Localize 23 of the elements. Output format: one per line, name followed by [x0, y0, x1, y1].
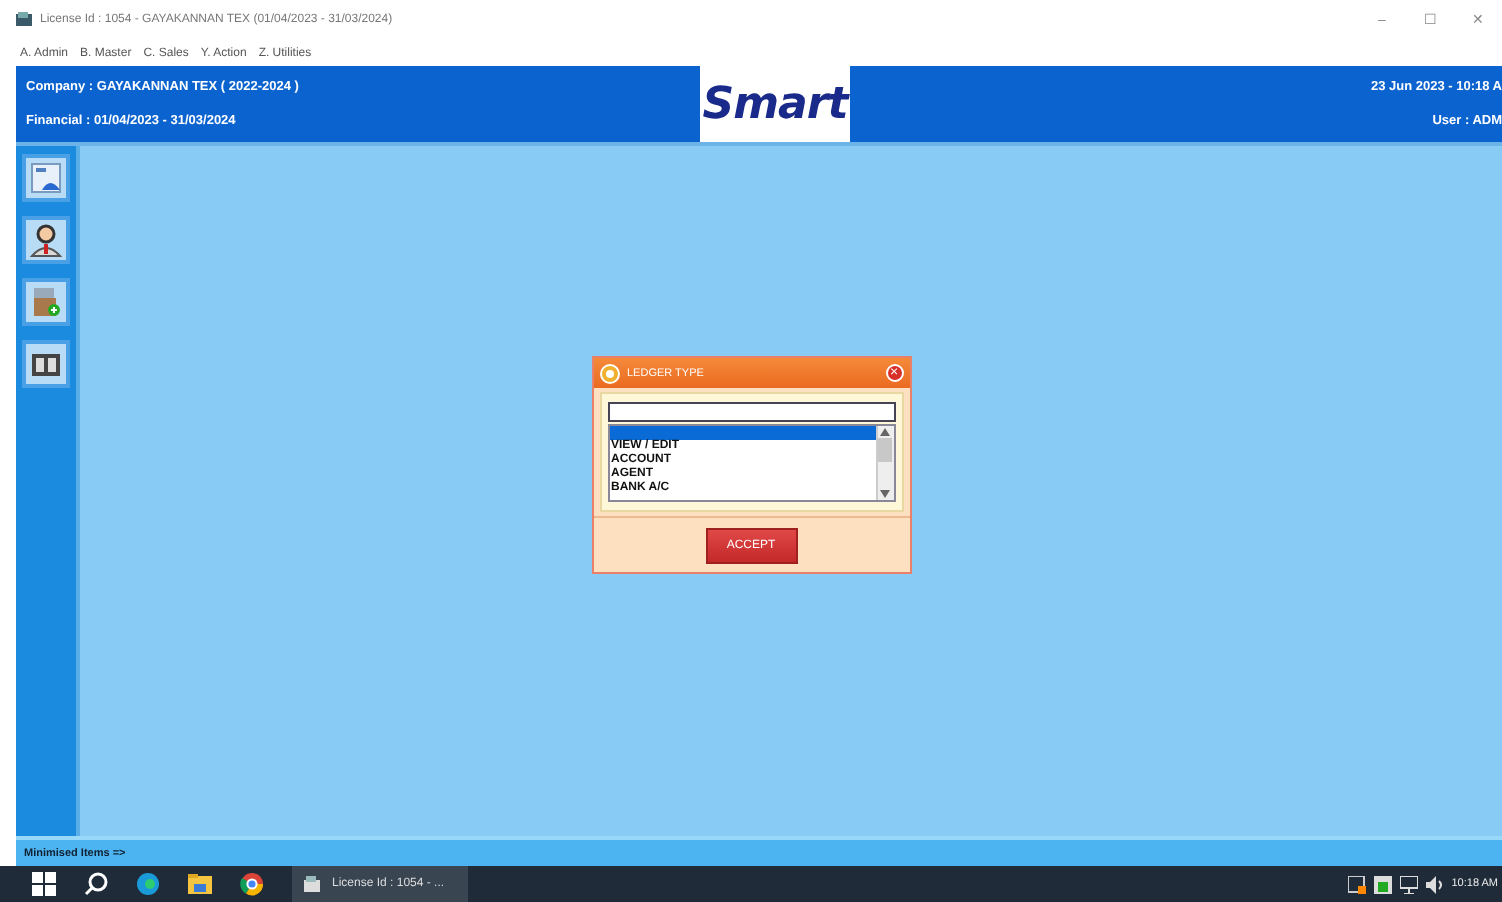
search-icon[interactable]: [84, 872, 108, 896]
package-icon: [28, 284, 64, 320]
app-icon: [304, 875, 322, 893]
tray-app-icon[interactable]: [1347, 875, 1366, 893]
sidebar-button[interactable]: [22, 154, 70, 202]
folder-icon[interactable]: [188, 872, 212, 896]
logo: Smart: [700, 66, 850, 142]
scrollbar[interactable]: [875, 426, 893, 500]
person-icon: [28, 222, 64, 258]
scroll-down-icon[interactable]: [880, 490, 890, 498]
scroll-thumb[interactable]: [878, 438, 892, 462]
browser-icon[interactable]: [136, 872, 160, 896]
chrome-icon[interactable]: [240, 872, 264, 896]
security-icon[interactable]: [1373, 875, 1392, 893]
app-icon: [16, 12, 34, 28]
start-icon[interactable]: [32, 872, 56, 896]
help-icon: [599, 363, 619, 383]
volume-icon[interactable]: [1425, 875, 1444, 893]
search-field[interactable]: [607, 402, 895, 422]
report-icon: [28, 160, 64, 196]
sidebar-button[interactable]: [22, 216, 70, 264]
network-icon[interactable]: [1399, 875, 1418, 893]
sidebar-button[interactable]: [22, 340, 70, 388]
